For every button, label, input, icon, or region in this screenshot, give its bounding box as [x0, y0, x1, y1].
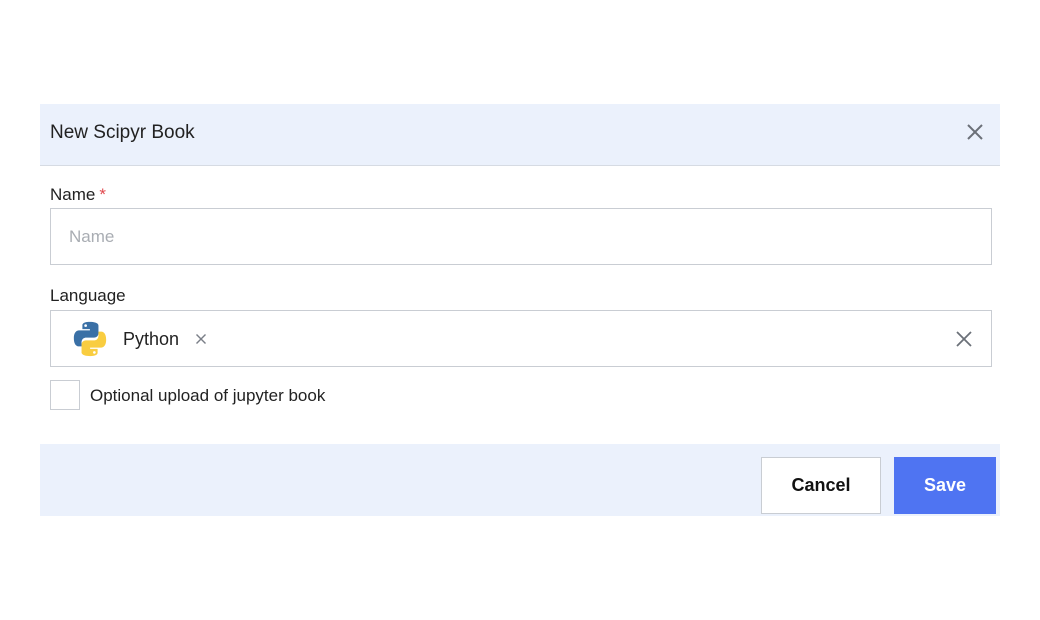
- name-field-label: Name *: [50, 184, 106, 206]
- close-icon[interactable]: [195, 333, 207, 345]
- name-label-text: Name: [50, 185, 96, 204]
- new-book-dialog: New Scipyr Book Name* Language Python: [40, 104, 1000, 516]
- close-icon[interactable]: [964, 121, 986, 143]
- dialog-header: New Scipyr Book: [40, 104, 1000, 166]
- language-field-label: Language: [50, 286, 126, 305]
- close-icon[interactable]: [955, 330, 973, 348]
- language-select[interactable]: Python: [50, 310, 992, 367]
- save-button[interactable]: Save: [894, 457, 996, 514]
- required-marker: *: [99, 185, 106, 204]
- language-chip-python: Python: [71, 320, 207, 358]
- python-logo-icon: [73, 321, 107, 357]
- dialog-footer: Cancel Save: [40, 444, 1000, 516]
- dialog-title: New Scipyr Book: [50, 122, 195, 143]
- language-chip-label: Python: [123, 328, 180, 349]
- name-input[interactable]: [50, 208, 992, 265]
- upload-jupyter-checkbox[interactable]: [50, 380, 80, 410]
- upload-jupyter-label[interactable]: Optional upload of jupyter book: [90, 385, 325, 407]
- cancel-button[interactable]: Cancel: [761, 457, 881, 514]
